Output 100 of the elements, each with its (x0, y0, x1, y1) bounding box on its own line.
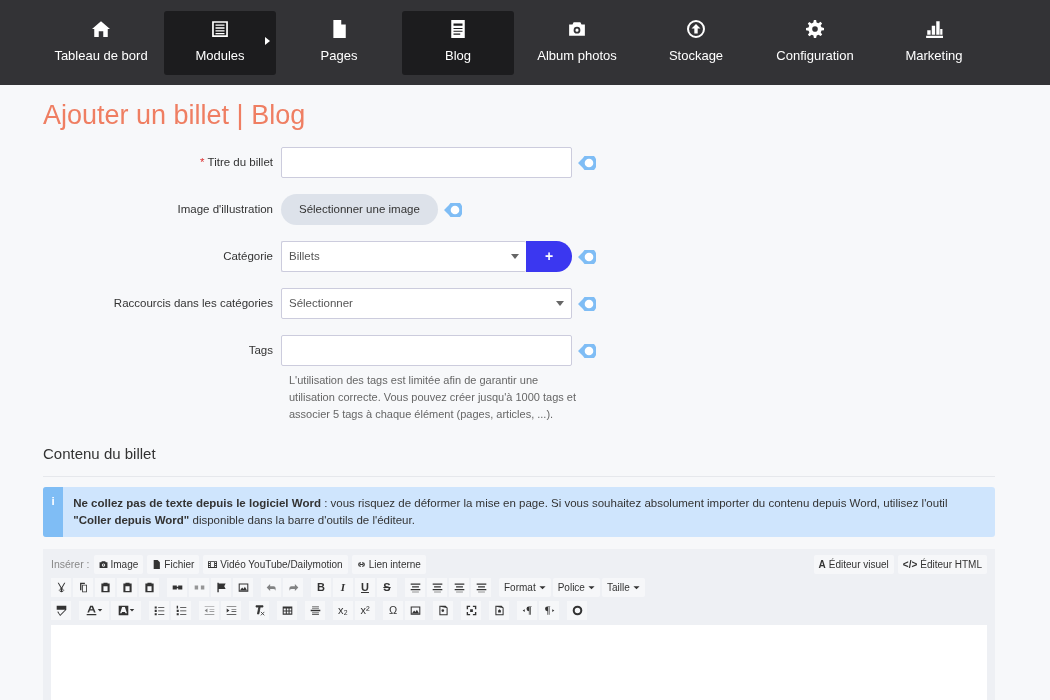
toolbar-button[interactable] (233, 577, 253, 597)
toolbar-button[interactable] (51, 600, 71, 620)
camera-icon (568, 19, 586, 38)
toolbar-button[interactable] (95, 577, 115, 597)
alert-text: Ne collez pas de texte depuis le logiciel Word : vous risquez de déformer la mise en page. Si vous souhaitez absolument importer du contenu depuis Word, utilisez l'outil "Coller depuis Word" disponible dans la barre d'outils de l'éditeur. (72, 495, 949, 528)
outdent-icon (203, 604, 215, 616)
flag-icon (215, 581, 227, 593)
toolbar-button[interactable] (171, 600, 191, 620)
paste-icon (99, 581, 111, 593)
toolbar-button[interactable] (249, 600, 269, 620)
paragraph-rtl-icon (543, 604, 555, 616)
nav-tab[interactable]: Stockage (640, 10, 752, 75)
toolbar-dropdown[interactable]: Police (552, 577, 600, 597)
nav-tab[interactable]: Modules (164, 10, 276, 75)
toolbar-button[interactable] (51, 577, 71, 597)
toolbar-button[interactable]: x₂ (333, 600, 353, 620)
add-button[interactable]: + (526, 241, 572, 273)
text-input[interactable] (281, 147, 572, 179)
text-color-icon (85, 604, 97, 616)
editor-mode-button[interactable]: </> Éditeur HTML (897, 554, 987, 574)
toolbar-button[interactable] (277, 600, 297, 620)
spellcheck-icon (55, 604, 67, 616)
bar-chart-icon (925, 19, 943, 38)
caret-icon (128, 607, 135, 614)
cut-icon (55, 581, 67, 593)
gear-icon (806, 19, 824, 38)
home-icon (92, 19, 110, 38)
insert-button[interactable]: Lien interne (351, 554, 426, 574)
help-text: L'utilisation des tags est limitée afin de garantir une utilisation correcte. Vous pouvez créer jusqu'à 1000 tags et associer 5 tags à chaque élément (pages, articles, ...). (289, 373, 578, 423)
fullscreen-icon (465, 604, 477, 616)
toolbar-button[interactable] (517, 600, 537, 620)
copy-icon (77, 581, 89, 593)
toolbar-button[interactable] (449, 577, 469, 597)
toolbar-button[interactable] (433, 600, 453, 620)
document-icon (449, 19, 467, 38)
toolbar-button[interactable] (305, 600, 325, 620)
list-icon (211, 19, 229, 38)
page-title: Ajouter un billet | Blog (43, 99, 307, 132)
nav-tab[interactable]: Marketing (878, 10, 990, 75)
toolbar-button[interactable] (79, 600, 109, 620)
align-icon (475, 581, 487, 593)
toolbar-button[interactable] (111, 600, 141, 620)
caret-icon (587, 583, 595, 591)
toolbar-button[interactable] (211, 577, 231, 597)
toolbar-button[interactable]: x² (355, 600, 375, 620)
toolbar-button[interactable] (149, 600, 169, 620)
toolbar-button[interactable] (405, 577, 425, 597)
upload-icon (687, 19, 705, 38)
field-label: Raccourcis dans les catégories (112, 296, 274, 312)
page-icon (330, 19, 348, 38)
toolbar-button[interactable] (73, 577, 93, 597)
toolbar-button[interactable] (471, 577, 491, 597)
select-field[interactable]: Billets (281, 241, 526, 273)
nav-tab[interactable]: Blog (402, 10, 514, 75)
nav-tab[interactable]: Album photos (521, 10, 633, 75)
background-color-icon (117, 604, 129, 616)
image-icon (237, 581, 249, 593)
nav-tab[interactable]: Pages (283, 10, 395, 75)
align-icon (453, 581, 465, 593)
camera-icon (98, 559, 108, 569)
nav-tab[interactable]: Configuration (759, 10, 871, 75)
dropdown-caret-icon (556, 301, 564, 307)
toolbar-button[interactable]: B (311, 577, 331, 597)
align-icon (409, 581, 421, 593)
insert-button[interactable]: Vidéo YouTube/Dailymotion (203, 554, 348, 574)
toolbar-button[interactable] (167, 577, 187, 597)
field-label: Catégorie (222, 249, 274, 265)
dropdown-caret-icon (511, 254, 519, 260)
image-icon (409, 604, 421, 616)
table-icon (281, 604, 293, 616)
toolbar-button[interactable] (117, 577, 137, 597)
text-input[interactable] (281, 335, 572, 367)
toolbar-button[interactable] (489, 600, 509, 620)
numbered-list-icon (175, 604, 187, 616)
bullet-list-icon (153, 604, 165, 616)
toolbar-dropdown[interactable]: Format (499, 577, 551, 597)
field-label: Tags (247, 343, 274, 359)
caret-icon (538, 583, 546, 591)
insert-button[interactable]: Image (93, 554, 144, 574)
toolbar-button[interactable] (461, 600, 481, 620)
toolbar-button[interactable]: U (355, 577, 375, 597)
toolbar-button[interactable]: I (333, 577, 353, 597)
toolbar-button[interactable] (427, 577, 447, 597)
select-field[interactable]: Sélectionner (281, 288, 572, 320)
toolbar-button[interactable]: Ω (383, 600, 403, 620)
select-image-button[interactable]: Sélectionner une image (281, 194, 438, 226)
section-heading: Contenu du billet (43, 443, 995, 477)
document-icon (493, 604, 505, 616)
toolbar-button[interactable] (221, 600, 241, 620)
insert-label: Insérer : (51, 556, 90, 572)
nav-tab[interactable]: Tableau de bord (45, 10, 157, 75)
insert-button[interactable]: Fichier (147, 554, 200, 574)
toolbar-button[interactable]: S (377, 577, 397, 597)
toolbar-button[interactable] (139, 577, 159, 597)
toolbar-button[interactable] (405, 600, 425, 620)
toolbar-dropdown[interactable]: Taille (601, 577, 645, 597)
editor-mode-button[interactable]: A Éditeur visuel (813, 554, 894, 574)
toolbar-button[interactable] (539, 600, 559, 620)
toolbar-button[interactable] (567, 600, 587, 620)
link-icon (356, 559, 366, 569)
